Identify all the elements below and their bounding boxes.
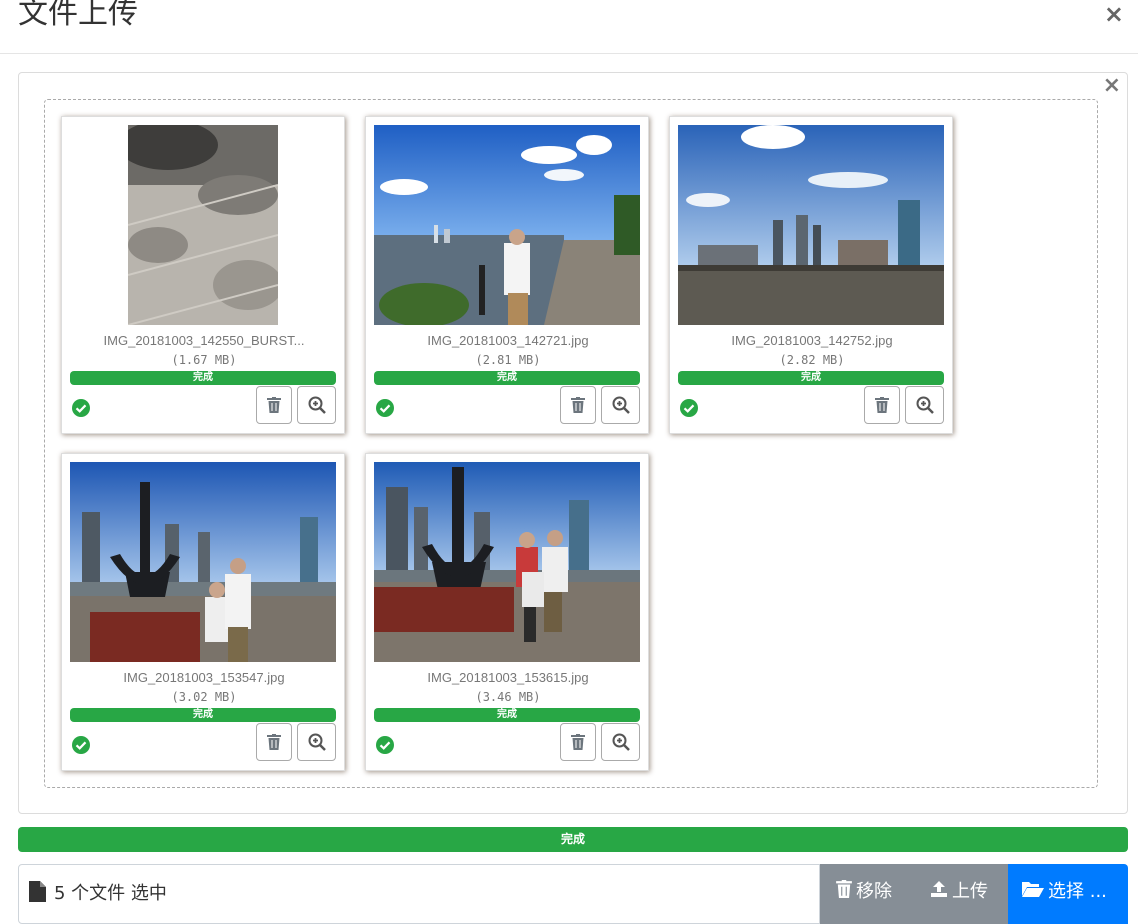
zoom-preview-button[interactable]: [297, 723, 336, 761]
file-thumbnail: IMG_20181003_142721.jpg (2.81 MB) 完成: [365, 116, 649, 434]
file-progress: 完成: [374, 708, 640, 722]
zoom-in-icon: [612, 733, 630, 751]
modal-header: 文件上传 ×: [0, 0, 1138, 54]
select-files-label: 选择 ...: [1048, 881, 1107, 902]
file-preview-panel: × IMG_20181003_142550_BURST... (1.67 MB)…: [18, 72, 1128, 814]
image-preview: [374, 125, 640, 325]
image-preview: [678, 125, 944, 325]
file-name: IMG_20181003_142752.jpg: [731, 333, 893, 348]
zoom-preview-button[interactable]: [297, 386, 336, 424]
remove-file-button[interactable]: [560, 723, 596, 761]
folder-open-icon: [1022, 882, 1044, 897]
check-circle-icon: [680, 399, 698, 417]
upload-icon: [931, 881, 947, 897]
check-circle-icon: [376, 399, 394, 417]
remove-button[interactable]: 移除: [820, 864, 914, 924]
upload-button-label: 上传: [952, 881, 988, 902]
trash-icon: [267, 734, 281, 750]
trash-icon: [836, 880, 852, 898]
check-circle-icon: [376, 736, 394, 754]
zoom-in-icon: [612, 396, 630, 414]
zoom-preview-button[interactable]: [601, 723, 640, 761]
zoom-in-icon: [308, 396, 326, 414]
remove-file-button[interactable]: [864, 386, 900, 424]
file-size: (2.81 MB): [475, 353, 541, 367]
total-progress-bar: 完成: [18, 827, 1128, 852]
file-name: IMG_20181003_142721.jpg: [427, 333, 589, 348]
file-thumbnail: IMG_20181003_142752.jpg (2.82 MB) 完成: [669, 116, 953, 434]
modal-title: 文件上传: [18, 0, 138, 31]
remove-file-button[interactable]: [256, 386, 292, 424]
zoom-in-icon: [308, 733, 326, 751]
file-icon: [29, 881, 46, 902]
modal-close-button[interactable]: ×: [1104, 2, 1124, 26]
image-preview: [70, 462, 336, 662]
image-preview: [70, 125, 336, 325]
file-progress-fill: 完成: [374, 708, 640, 722]
file-name: IMG_20181003_153547.jpg: [123, 670, 285, 685]
select-files-button[interactable]: 选择 ...: [1008, 864, 1128, 924]
file-progress-fill: 完成: [374, 371, 640, 385]
file-progress: 完成: [678, 371, 944, 385]
file-input-group: 5 个文件 选中 移除 上传 选择 ...: [18, 864, 1128, 924]
zoom-in-icon: [916, 396, 934, 414]
file-progress-fill: 完成: [70, 371, 336, 385]
zoom-preview-button[interactable]: [601, 386, 640, 424]
check-circle-icon: [72, 399, 90, 417]
trash-icon: [571, 397, 585, 413]
file-progress: 完成: [70, 708, 336, 722]
image-preview: [374, 462, 640, 662]
clear-previews-close-icon[interactable]: ×: [1103, 73, 1121, 98]
file-progress-fill: 完成: [678, 371, 944, 385]
file-caption-text: 5 个文件 选中: [54, 883, 167, 904]
file-size: (1.67 MB): [171, 353, 237, 367]
trash-icon: [267, 397, 281, 413]
upload-button[interactable]: 上传: [914, 864, 1008, 924]
file-size: (2.82 MB): [779, 353, 845, 367]
remove-file-button[interactable]: [560, 386, 596, 424]
remove-button-label: 移除: [856, 881, 892, 902]
file-name: IMG_20181003_142550_BURST...: [103, 333, 305, 348]
drop-zone[interactable]: IMG_20181003_142550_BURST... (1.67 MB) 完…: [44, 99, 1098, 788]
file-thumbnail: IMG_20181003_153615.jpg (3.46 MB) 完成: [365, 453, 649, 771]
file-name: IMG_20181003_153615.jpg: [427, 670, 589, 685]
file-caption[interactable]: 5 个文件 选中: [18, 864, 820, 924]
file-thumbnail: IMG_20181003_153547.jpg (3.02 MB) 完成: [61, 453, 345, 771]
trash-icon: [571, 734, 585, 750]
total-progress-fill: 完成: [18, 827, 1128, 852]
file-size: (3.46 MB): [475, 690, 541, 704]
file-progress: 完成: [70, 371, 336, 385]
action-buttons: 移除 上传 选择 ...: [820, 864, 1128, 924]
zoom-preview-button[interactable]: [905, 386, 944, 424]
check-circle-icon: [72, 736, 90, 754]
trash-icon: [875, 397, 889, 413]
file-thumbnail: IMG_20181003_142550_BURST... (1.67 MB) 完…: [61, 116, 345, 434]
remove-file-button[interactable]: [256, 723, 292, 761]
file-progress: 完成: [374, 371, 640, 385]
file-progress-fill: 完成: [70, 708, 336, 722]
file-size: (3.02 MB): [171, 690, 237, 704]
